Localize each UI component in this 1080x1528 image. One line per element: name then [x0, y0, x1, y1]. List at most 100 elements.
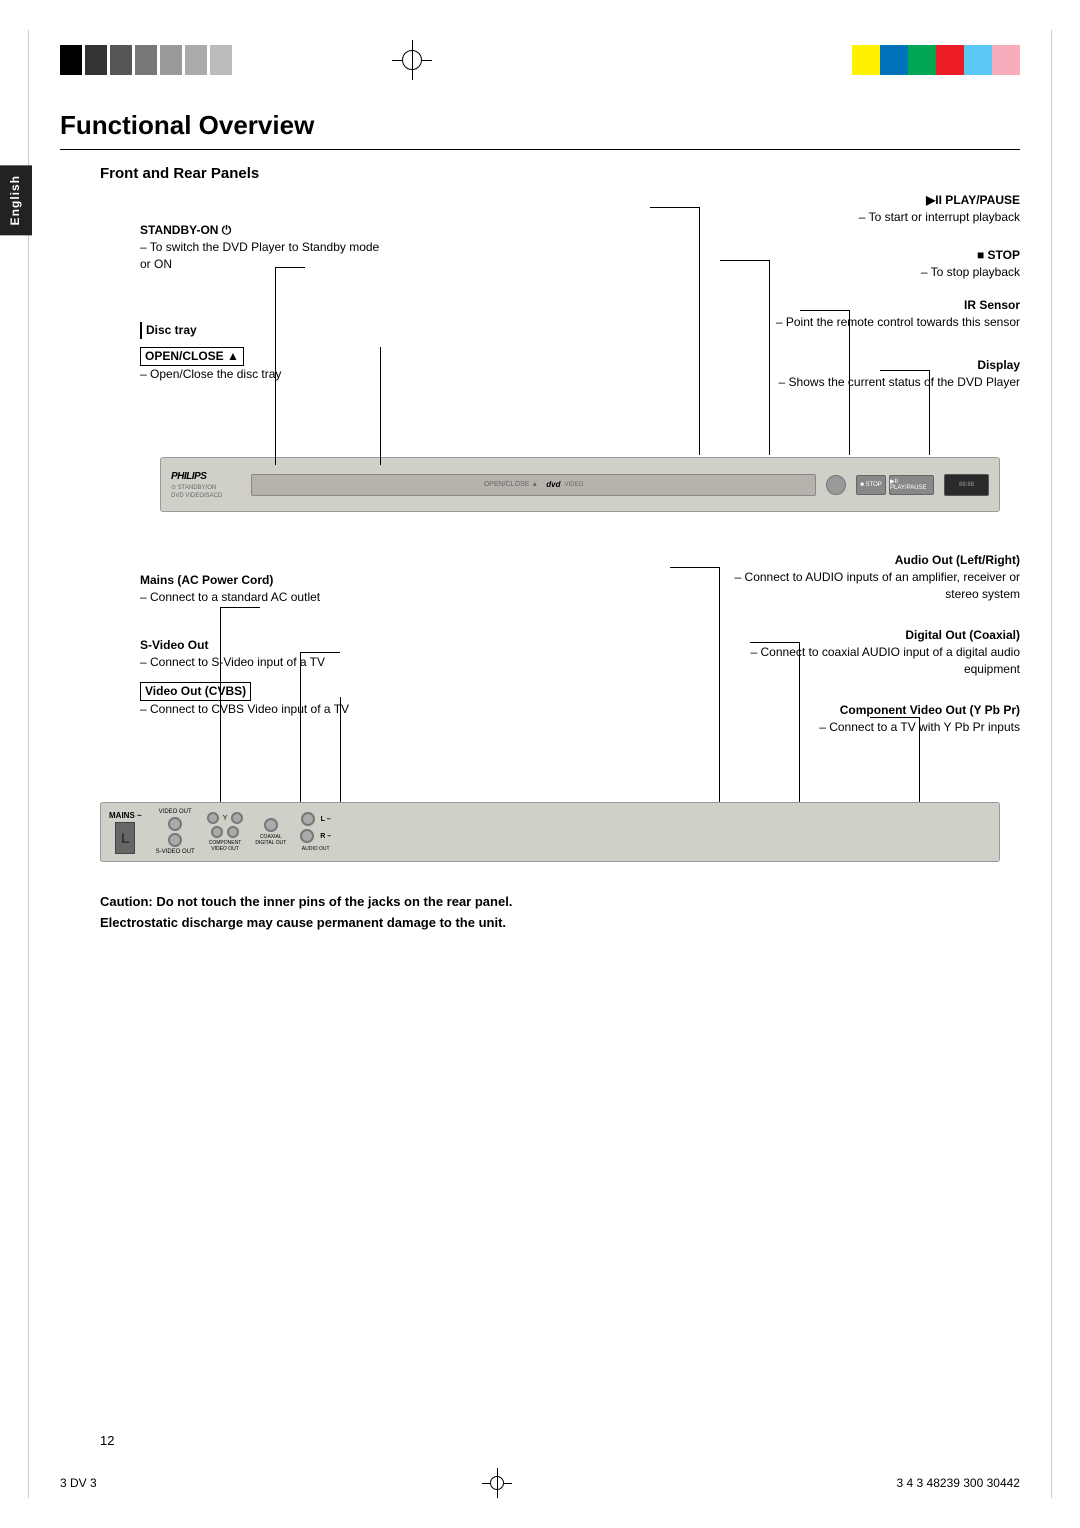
audio-out-label: Audio Out (Left/Right) – Connect to AUDI…: [720, 552, 1020, 602]
footer-right: 3 4 3 48239 300 30442: [897, 1476, 1020, 1490]
open-close-title: OPEN/CLOSE ▲: [140, 347, 244, 366]
connector-h-standby: [275, 267, 305, 268]
coaxial-connector: COAXIALDIGITAL OUT: [255, 818, 286, 846]
front-panel-area: ▶II PLAY/PAUSE – To start or interrupt p…: [100, 192, 1020, 532]
crosshair-inner: [490, 1476, 504, 1490]
philips-logo: PHILIPS: [171, 471, 206, 482]
black-sq-2: [85, 45, 107, 75]
display-visual: 88:88: [944, 474, 989, 496]
svideo-title: S-Video Out: [140, 637, 325, 654]
video-out-connectors: VIDEO OUT S-VIDEO OUT: [156, 809, 195, 855]
rear-connector-h-mains: [220, 607, 260, 608]
connector-standby: [275, 267, 276, 465]
rear-panel-area: Audio Out (Left/Right) – Connect to AUDI…: [100, 552, 1020, 872]
ir-sensor-desc: – Point the remote control towards this …: [776, 314, 1020, 331]
audio-out-desc: – Connect to AUDIO inputs of an amplifie…: [720, 569, 1020, 603]
digital-out-label: Digital Out (Coaxial) – Connect to coaxi…: [720, 627, 1020, 677]
green-sq: [908, 45, 936, 75]
stop-label: ■ STOP – To stop playback: [921, 247, 1020, 281]
connector-display: [929, 370, 930, 455]
video-out-desc: – Connect to CVBS Video input of a TV: [140, 701, 349, 718]
black-sq-7: [210, 45, 232, 75]
display-desc: – Shows the current status of the DVD Pl…: [779, 374, 1020, 391]
display-label: Display – Shows the current status of th…: [779, 357, 1020, 391]
disc-tray-label: Disc tray: [140, 322, 197, 339]
stop-title: ■ STOP: [921, 247, 1020, 264]
black-sq-4: [135, 45, 157, 75]
yellow-sq: [852, 45, 880, 75]
open-close-desc: – Open/Close the disc tray: [140, 366, 281, 383]
rear-connector-mains: [220, 607, 221, 802]
side-border-left: [28, 30, 29, 1498]
digital-out-desc: – Connect to coaxial AUDIO input of a di…: [720, 644, 1020, 678]
display-title: Display: [779, 357, 1020, 374]
audio-connectors: L – R – AUDIO OUT: [300, 812, 331, 852]
caution-line2: Electrostatic discharge may cause perman…: [100, 915, 506, 930]
blue-sq: [880, 45, 908, 75]
section-title: Front and Rear Panels: [100, 165, 1020, 182]
svideo-label: S-Video Out – Connect to S-Video input o…: [140, 637, 325, 671]
rear-connector-h-component: [870, 717, 920, 718]
rear-connector-audio: [719, 567, 720, 802]
standby-desc: – To switch the DVD Player to Standby mo…: [140, 239, 380, 273]
caution-line1: Caution: Do not touch the inner pins of …: [100, 894, 512, 909]
side-border-right: [1051, 30, 1052, 1498]
svideo-desc: – Connect to S-Video input of a TV: [140, 654, 325, 671]
standby-label: STANDBY-ON ⏻ – To switch the DVD Player …: [140, 222, 380, 272]
top-bar: [0, 30, 1080, 90]
connector-ir: [849, 310, 850, 455]
connector-disctray: [380, 347, 381, 465]
connector-h-stop: [720, 260, 770, 261]
mains-desc: – Connect to a standard AC outlet: [140, 589, 320, 606]
ir-sensor-title: IR Sensor: [776, 297, 1020, 314]
rear-connector-videoout: [340, 697, 341, 802]
black-sq-5: [160, 45, 182, 75]
black-squares: [60, 45, 232, 75]
color-squares: [852, 45, 1020, 75]
page-number: 12: [100, 1433, 114, 1448]
page-title: Functional Overview: [60, 110, 1020, 150]
component-connectors: Y COMPONENTVIDEO OUT: [207, 812, 244, 852]
rear-connector-h-svideo: [300, 652, 340, 653]
disc-tray-visual: OPEN/CLOSE ▲ dvd VIDEO: [251, 474, 816, 496]
crosshair-circle: [402, 50, 422, 70]
black-sq-6: [185, 45, 207, 75]
page-content: Functional Overview Front and Rear Panel…: [60, 110, 1020, 934]
mains-label: Mains (AC Power Cord) – Connect to a sta…: [140, 572, 320, 606]
pink-sq: [992, 45, 1020, 75]
rear-connector-digital: [799, 642, 800, 802]
video-out-title: Video Out (CVBS): [140, 682, 251, 701]
power-inlet: MAINS ~ L: [109, 811, 142, 854]
caution-box: Caution: Do not touch the inner pins of …: [100, 892, 1020, 934]
right-buttons: ■ STOP ▶II PLAY/PAUSE: [856, 475, 934, 495]
red-sq: [936, 45, 964, 75]
bottom-crosshair: [482, 1468, 512, 1498]
disc-tray-title: Disc tray: [140, 322, 197, 339]
rear-connector-h-audio: [670, 567, 720, 568]
rear-device: MAINS ~ L VIDEO OUT S-VIDEO OUT Y: [100, 802, 1000, 862]
audio-out-title: Audio Out (Left/Right): [720, 552, 1020, 569]
language-tab: English: [0, 165, 32, 235]
ir-sensor-label: IR Sensor – Point the remote control tow…: [776, 297, 1020, 331]
top-crosshair: [392, 40, 432, 80]
bottom-bar: 3 DV 3 3 4 3 48239 300 30442: [60, 1468, 1020, 1498]
ir-sensor-visual: [826, 475, 846, 495]
rear-connector-h-digital: [750, 642, 800, 643]
cyan-sq: [964, 45, 992, 75]
connector-h-ir: [800, 310, 850, 311]
footer-left: 3 DV 3: [60, 1476, 97, 1490]
stop-desc: – To stop playback: [921, 264, 1020, 281]
mains-title: Mains (AC Power Cord): [140, 572, 320, 589]
black-sq-3: [110, 45, 132, 75]
video-out-label: Video Out (CVBS) – Connect to CVBS Video…: [140, 682, 349, 718]
dvd-front-device: PHILIPS ⊙ STANDBY/ON DVD VIDEO/SACD OPEN…: [160, 457, 1000, 512]
play-pause-title: ▶II PLAY/PAUSE: [859, 192, 1020, 209]
connector-playpause: [699, 207, 700, 455]
rear-connector-component: [919, 717, 920, 802]
connector-h-display: [880, 370, 930, 371]
rear-connector-svideo: [300, 652, 301, 802]
standby-title: STANDBY-ON ⏻: [140, 222, 380, 239]
connector-h-play: [650, 207, 700, 208]
play-pause-label: ▶II PLAY/PAUSE – To start or interrupt p…: [859, 192, 1020, 226]
connector-stop: [769, 260, 770, 455]
